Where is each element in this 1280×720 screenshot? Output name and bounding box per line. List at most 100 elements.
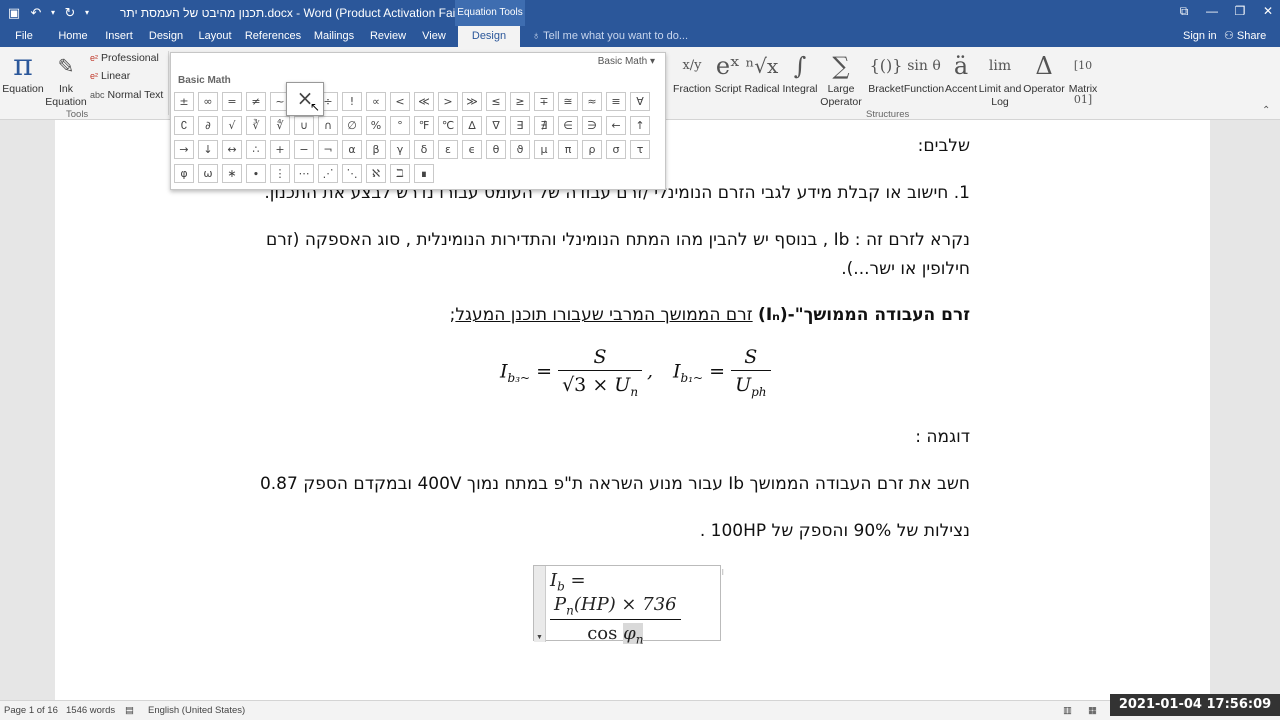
symbol-button[interactable]: ∩ bbox=[318, 116, 338, 135]
symbol-button[interactable]: μ bbox=[534, 140, 554, 159]
symbol-button[interactable]: ε bbox=[438, 140, 458, 159]
equation-handle[interactable]: ▼ bbox=[534, 566, 546, 642]
symbol-button[interactable]: ⋱ bbox=[342, 164, 362, 183]
symbol-button[interactable]: + bbox=[270, 140, 290, 159]
gallery-category-dropdown[interactable]: Basic Math ▾ bbox=[598, 56, 655, 67]
symbol-button[interactable]: ± bbox=[174, 92, 194, 111]
tab-design[interactable]: Design bbox=[145, 26, 187, 47]
document-area[interactable]: שלבים: 1. חישוב או קבלת מידע לגבי הזרם ה… bbox=[0, 120, 1280, 700]
tab-review[interactable]: Review bbox=[367, 26, 409, 47]
symbol-button[interactable]: α bbox=[342, 140, 362, 159]
proofing-icon[interactable]: ▤ bbox=[125, 705, 134, 716]
symbol-button[interactable]: ϵ bbox=[462, 140, 482, 159]
symbol-button[interactable]: ! bbox=[342, 92, 362, 111]
symbol-button[interactable]: π bbox=[558, 140, 578, 159]
operator-button[interactable]: Δ Operator bbox=[1022, 49, 1066, 96]
print-layout-icon[interactable]: ▦ bbox=[1088, 705, 1097, 716]
symbol-button[interactable]: ≠ bbox=[246, 92, 266, 111]
symbol-button[interactable]: − bbox=[294, 140, 314, 159]
symbol-button[interactable]: ∃ bbox=[510, 116, 530, 135]
symbol-button[interactable]: ∂ bbox=[198, 116, 218, 135]
normal-text-button[interactable]: abc Normal Text bbox=[90, 89, 163, 101]
tab-insert[interactable]: Insert bbox=[100, 26, 138, 47]
save-icon[interactable]: ▣ bbox=[4, 3, 24, 23]
sign-in-link[interactable]: Sign in bbox=[1183, 26, 1217, 47]
undo-dropdown-icon[interactable]: ▾ bbox=[48, 3, 58, 23]
symbol-button[interactable]: ∁ bbox=[174, 116, 194, 135]
symbol-button[interactable]: ⋮ bbox=[270, 164, 290, 183]
close-icon[interactable]: ✕ bbox=[1256, 0, 1280, 26]
tab-equation-design[interactable]: Design bbox=[458, 26, 520, 47]
symbol-button[interactable]: ℵ bbox=[366, 164, 386, 183]
symbol-button[interactable]: ∜ bbox=[270, 116, 290, 135]
symbol-button[interactable]: ≪ bbox=[414, 92, 434, 111]
symbol-button[interactable]: → bbox=[174, 140, 194, 159]
motor-current-equation[interactable]: Ib = Pn(HP) × 736 cos φn bbox=[550, 570, 720, 647]
symbol-button[interactable]: ↑ bbox=[630, 116, 650, 135]
symbol-button[interactable]: ≡ bbox=[606, 92, 626, 111]
tab-view[interactable]: View bbox=[417, 26, 451, 47]
tab-file[interactable]: File bbox=[6, 26, 42, 47]
symbol-button[interactable]: ⋰ bbox=[318, 164, 338, 183]
word-count[interactable]: 1546 words bbox=[66, 705, 115, 716]
symbol-button[interactable]: ° bbox=[390, 116, 410, 135]
tell-me-box[interactable]: ♁ Tell me what you want to do... bbox=[532, 26, 688, 47]
tab-home[interactable]: Home bbox=[53, 26, 93, 47]
symbol-button[interactable]: σ bbox=[606, 140, 626, 159]
limit-and-log-button[interactable]: lim Limit and Log bbox=[976, 49, 1024, 109]
matrix-button[interactable]: [10 01] Matrix bbox=[1064, 49, 1102, 106]
symbol-button[interactable]: ℶ bbox=[390, 164, 410, 183]
symbol-button[interactable]: ∙ bbox=[246, 164, 266, 183]
large-operator-button[interactable]: ∑ Large Operator bbox=[818, 49, 864, 109]
symbol-button[interactable]: ∴ bbox=[246, 140, 266, 159]
symbol-button[interactable]: ∗ bbox=[222, 164, 242, 183]
bracket-button[interactable]: {()} Bracket bbox=[866, 49, 906, 96]
symbol-button[interactable]: δ bbox=[414, 140, 434, 159]
symbol-button[interactable]: ↓ bbox=[198, 140, 218, 159]
symbol-button[interactable]: = bbox=[222, 92, 242, 111]
symbol-button[interactable]: √ bbox=[222, 116, 242, 135]
symbol-button[interactable]: ∀ bbox=[630, 92, 650, 111]
symbol-button[interactable]: ← bbox=[606, 116, 626, 135]
active-equation-box[interactable]: ▼ ⁝ Ib = Pn(HP) × 736 cos φn bbox=[533, 565, 724, 647]
symbol-button[interactable]: ∝ bbox=[366, 92, 386, 111]
equation-three-phase[interactable]: Ib₃~ = S √3 × Un bbox=[500, 346, 643, 399]
language-indicator[interactable]: English (United States) bbox=[148, 705, 245, 716]
share-button[interactable]: ⚇ Share bbox=[1224, 26, 1266, 47]
ribbon-display-options-icon[interactable]: ⧉ bbox=[1172, 0, 1196, 26]
symbol-button[interactable]: ∅ bbox=[342, 116, 362, 135]
symbol-button[interactable]: ∋ bbox=[582, 116, 602, 135]
undo-icon[interactable]: ↶ bbox=[26, 3, 46, 23]
function-button[interactable]: sin θ Function bbox=[903, 49, 945, 96]
customize-qat-icon[interactable]: ▾ bbox=[82, 3, 92, 23]
equation-resize-icon[interactable]: ⁝ bbox=[721, 568, 724, 577]
minimize-icon[interactable]: — bbox=[1200, 0, 1224, 26]
page-count[interactable]: Page 1 of 16 bbox=[4, 705, 58, 716]
symbol-button[interactable]: ≥ bbox=[510, 92, 530, 111]
collapse-ribbon-icon[interactable]: ⌃ bbox=[1262, 105, 1270, 116]
symbol-button[interactable]: θ bbox=[486, 140, 506, 159]
equation-options-icon[interactable]: ▼ bbox=[536, 634, 543, 641]
symbol-button[interactable]: ¬ bbox=[318, 140, 338, 159]
ink-equation-button[interactable]: ✎ Ink Equation bbox=[44, 49, 88, 109]
symbol-button[interactable]: ≈ bbox=[582, 92, 602, 111]
symbol-button[interactable]: ϑ bbox=[510, 140, 530, 159]
tab-references[interactable]: References bbox=[243, 26, 303, 47]
symbol-button[interactable]: ∈ bbox=[558, 116, 578, 135]
symbol-button[interactable]: ⋯ bbox=[294, 164, 314, 183]
radical-button[interactable]: ⁿ√x Radical bbox=[742, 49, 782, 96]
professional-button[interactable]: e² Professional bbox=[90, 52, 159, 64]
symbol-button[interactable]: ∞ bbox=[198, 92, 218, 111]
symbol-button[interactable]: ℃ bbox=[438, 116, 458, 135]
symbol-button[interactable]: ∄ bbox=[534, 116, 554, 135]
symbol-button[interactable]: ∎ bbox=[414, 164, 434, 183]
symbol-button[interactable]: ∇ bbox=[486, 116, 506, 135]
tab-layout[interactable]: Layout bbox=[195, 26, 235, 47]
selected-phi[interactable]: φn bbox=[623, 623, 644, 647]
redo-icon[interactable]: ↻ bbox=[60, 3, 80, 23]
symbol-button[interactable]: ≤ bbox=[486, 92, 506, 111]
symbol-button[interactable]: ρ bbox=[582, 140, 602, 159]
symbol-button[interactable]: > bbox=[438, 92, 458, 111]
integral-button[interactable]: ∫ Integral bbox=[780, 49, 820, 96]
symbol-button[interactable]: φ bbox=[174, 164, 194, 183]
